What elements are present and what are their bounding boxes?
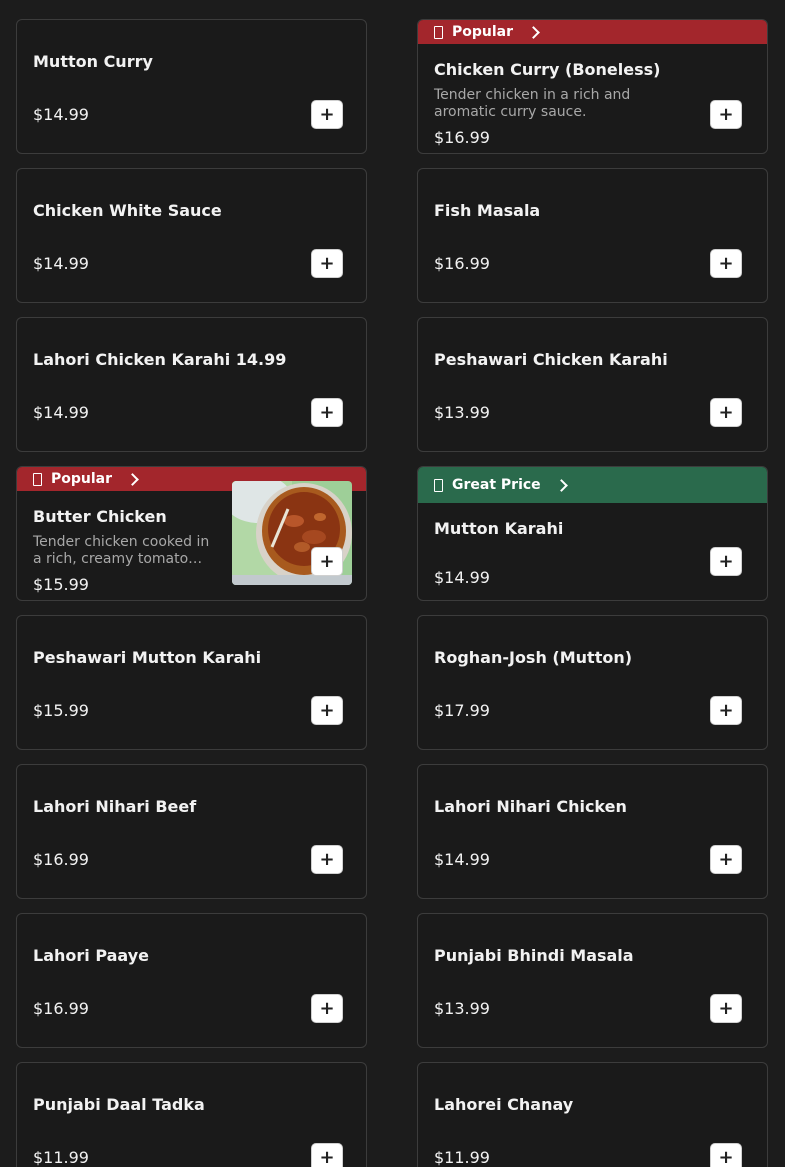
menu-item-card[interactable]: Mutton Curry $14.99 + (16, 19, 367, 154)
menu-item-card[interactable]: Roghan-Josh (Mutton) $17.99 + (417, 615, 768, 750)
menu-item-card[interactable]: Lahori Nihari Chicken $14.99 + (417, 764, 768, 899)
chevron-right-icon (554, 478, 568, 492)
item-price: $14.99 (434, 568, 490, 587)
item-name: Fish Masala (434, 201, 541, 220)
item-price: $13.99 (434, 999, 490, 1018)
banner-label: Great Price (452, 477, 541, 493)
badge-icon (434, 25, 443, 39)
item-name: Lahori Paaye (33, 946, 149, 965)
add-to-cart-button[interactable]: + (710, 398, 742, 427)
menu-item-card[interactable]: Lahori Paaye $16.99 + (16, 913, 367, 1048)
item-name: Chicken White Sauce (33, 201, 222, 220)
add-to-cart-button[interactable]: + (311, 398, 343, 427)
badge-icon (434, 478, 443, 492)
item-price: $14.99 (33, 403, 89, 422)
item-name: Chicken Curry (Boneless) (434, 60, 661, 79)
menu-item-card[interactable]: Fish Masala $16.99 + (417, 168, 768, 303)
item-name: Peshawari Chicken Karahi (434, 350, 668, 369)
add-to-cart-button[interactable]: + (311, 845, 343, 874)
menu-item-card[interactable]: Lahorei Chanay $11.99 + (417, 1062, 768, 1167)
item-name: Punjabi Bhindi Masala (434, 946, 634, 965)
add-to-cart-button[interactable]: + (710, 845, 742, 874)
item-price: $15.99 (33, 701, 89, 720)
item-price: $15.99 (33, 575, 89, 594)
item-name: Lahorei Chanay (434, 1095, 574, 1114)
item-name: Punjabi Daal Tadka (33, 1095, 205, 1114)
badge-icon (33, 472, 42, 486)
item-price: $16.99 (33, 999, 89, 1018)
item-price: $16.99 (434, 254, 490, 273)
item-name: Lahori Chicken Karahi 14.99 (33, 350, 287, 369)
menu-grid: Mutton Curry $14.99 + Popular Chicken Cu… (0, 0, 785, 1167)
item-price: $16.99 (33, 850, 89, 869)
add-to-cart-button[interactable]: + (311, 994, 343, 1023)
banner-label: Popular (452, 24, 514, 40)
menu-item-card[interactable]: Popular Chicken Curry (Boneless) Tender … (417, 19, 768, 154)
add-to-cart-button[interactable]: + (710, 1143, 742, 1167)
menu-item-card[interactable]: Peshawari Mutton Karahi $15.99 + (16, 615, 367, 750)
item-name: Mutton Curry (33, 52, 153, 71)
add-to-cart-button[interactable]: + (311, 696, 343, 725)
menu-item-card[interactable]: Chicken White Sauce $14.99 + (16, 168, 367, 303)
menu-item-card[interactable]: Punjabi Bhindi Masala $13.99 + (417, 913, 768, 1048)
chevron-right-icon (527, 25, 540, 39)
item-price: $13.99 (434, 403, 490, 422)
item-name: Lahori Nihari Chicken (434, 797, 627, 816)
menu-item-card[interactable]: Punjabi Daal Tadka $11.99 + (16, 1062, 367, 1167)
item-description: Tender chicken cooked in a rich, creamy … (33, 534, 210, 567)
add-to-cart-button[interactable]: + (311, 547, 343, 576)
item-price: $14.99 (33, 254, 89, 273)
menu-item-card[interactable]: Lahori Chicken Karahi 14.99 $14.99 + (16, 317, 367, 452)
chevron-right-icon (126, 472, 139, 486)
item-name: Roghan-Josh (Mutton) (434, 648, 633, 667)
item-name: Butter Chicken (33, 507, 167, 526)
menu-item-card[interactable]: Popular Butter Chicken Tender chicken co… (16, 466, 367, 601)
add-to-cart-button[interactable]: + (311, 249, 343, 278)
add-to-cart-button[interactable]: + (710, 994, 742, 1023)
add-to-cart-button[interactable]: + (710, 249, 742, 278)
menu-item-card[interactable]: Peshawari Chicken Karahi $13.99 + (417, 317, 768, 452)
item-name: Lahori Nihari Beef (33, 797, 197, 816)
banner-label: Popular (51, 471, 113, 487)
item-description: Tender chicken in a rich and aromatic cu… (434, 87, 631, 120)
item-price: $17.99 (434, 701, 490, 720)
add-to-cart-button[interactable]: + (710, 547, 742, 576)
great-price-banner[interactable]: Great Price (418, 467, 767, 503)
item-price: $16.99 (434, 128, 490, 147)
add-to-cart-button[interactable]: + (710, 100, 742, 129)
menu-item-card[interactable]: Great Price Mutton Karahi $14.99 + (417, 466, 768, 601)
add-to-cart-button[interactable]: + (311, 100, 343, 129)
popular-banner[interactable]: Popular (418, 20, 767, 44)
item-price: $11.99 (434, 1148, 490, 1167)
item-price: $11.99 (33, 1148, 89, 1167)
item-name: Mutton Karahi (434, 519, 564, 538)
item-name: Peshawari Mutton Karahi (33, 648, 262, 667)
item-price: $14.99 (33, 105, 89, 124)
menu-item-card[interactable]: Lahori Nihari Beef $16.99 + (16, 764, 367, 899)
add-to-cart-button[interactable]: + (311, 1143, 343, 1167)
add-to-cart-button[interactable]: + (710, 696, 742, 725)
item-price: $14.99 (434, 850, 490, 869)
